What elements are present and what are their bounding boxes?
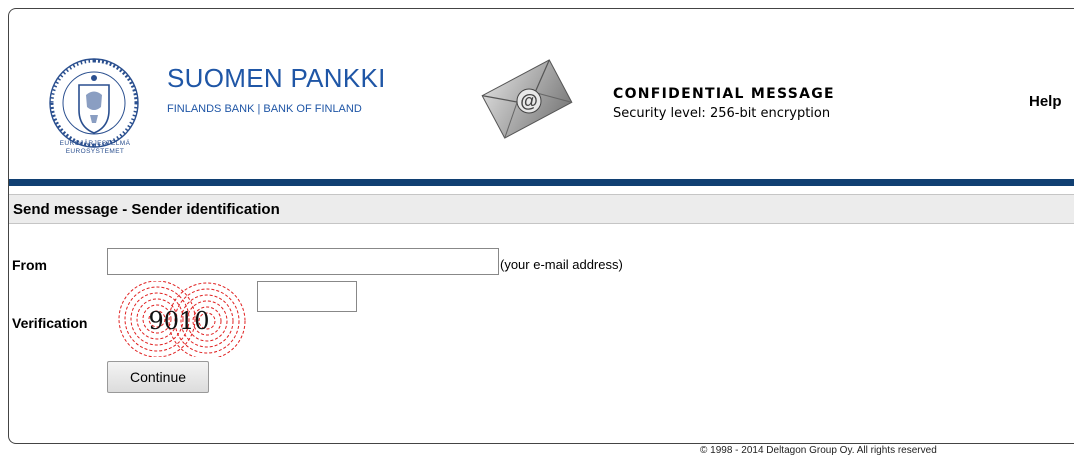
section-header: Send message - Sender identification xyxy=(9,194,1074,224)
section-title: Send message - Sender identification xyxy=(13,201,280,218)
from-email-input[interactable] xyxy=(107,248,499,275)
bank-seal-icon xyxy=(49,58,139,148)
security-level: Security level: 256-bit encryption xyxy=(613,106,831,121)
brand-subtitle: FINLANDS BANK | BANK OF FINLAND xyxy=(167,103,362,115)
brand-title: SUOMEN PANKKI xyxy=(167,63,386,93)
page-frame: EUROJÄRJESTELMÄ EUROSYSTEMET SUOMEN PANK… xyxy=(8,8,1074,444)
seal-caption-line-1: EUROJÄRJESTELMÄ xyxy=(59,140,131,147)
help-link[interactable]: Help xyxy=(1029,93,1062,110)
verification-label: Verification xyxy=(12,315,88,331)
seal-caption-line-2: EUROSYSTEMET xyxy=(65,148,125,155)
captcha-code: 9010 xyxy=(148,307,209,335)
continue-button[interactable]: Continue xyxy=(107,361,209,393)
from-label: From xyxy=(12,257,47,273)
captcha-image: 9010 xyxy=(118,281,246,357)
message-title: CONFIDENTIAL MESSAGE xyxy=(613,86,835,102)
header: EUROJÄRJESTELMÄ EUROSYSTEMET SUOMEN PANK… xyxy=(9,9,1074,177)
from-hint: (your e-mail address) xyxy=(500,257,623,272)
svg-text:@: @ xyxy=(520,91,538,111)
seal-caption: EUROJÄRJESTELMÄ EUROSYSTEMET xyxy=(40,140,150,156)
header-divider xyxy=(9,179,1074,186)
verification-input[interactable] xyxy=(257,281,357,312)
footer-copyright: © 1998 - 2014 Deltagon Group Oy. All rig… xyxy=(700,445,937,456)
envelope-at-icon: @ xyxy=(481,59,573,139)
